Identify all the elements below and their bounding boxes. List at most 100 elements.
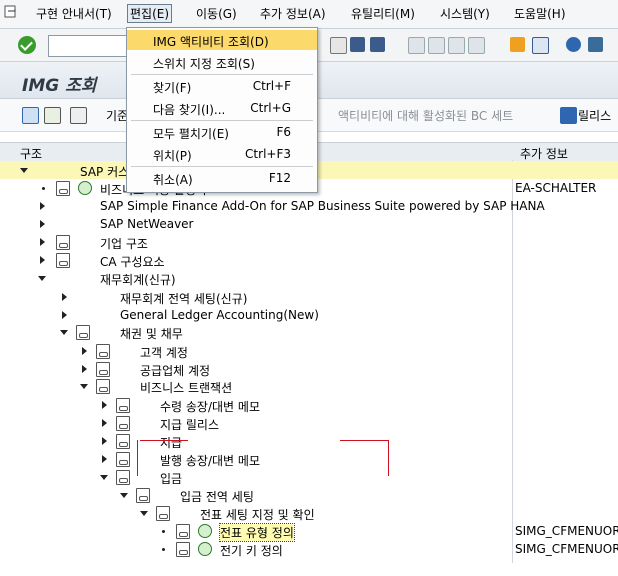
expand-arrow-icon[interactable]: [82, 347, 87, 355]
menu-item-expand-all[interactable]: 모두 펼치기(E) F6: [127, 122, 317, 142]
command-field[interactable]: [48, 35, 130, 57]
document-icon[interactable]: [116, 416, 130, 431]
collapse-arrow-icon[interactable]: [100, 475, 108, 480]
tree-node[interactable]: 전표 세팅 지정 및 확인: [0, 504, 618, 522]
tree-node[interactable]: 채권 및 채무: [0, 323, 618, 341]
expand-arrow-icon[interactable]: [102, 419, 107, 427]
window-menu-icon[interactable]: [4, 5, 18, 19]
tree-node-label[interactable]: 지급 릴리스: [160, 416, 219, 433]
expand-arrow-icon[interactable]: [62, 293, 67, 301]
tree-node-label[interactable]: SAP 커스: [80, 163, 129, 180]
collapse-arrow-icon[interactable]: [140, 511, 148, 516]
execute-activity-icon[interactable]: [78, 181, 92, 195]
enter-check-icon[interactable]: [18, 36, 36, 54]
tree-node[interactable]: 재무회계(신규): [0, 269, 618, 287]
tree-node[interactable]: 입금 전역 세팅: [0, 486, 618, 504]
next-page-icon[interactable]: [448, 37, 465, 54]
tree-node[interactable]: 지급 릴리스: [0, 414, 618, 432]
execute-activity-icon[interactable]: [198, 524, 212, 538]
document-icon[interactable]: [116, 452, 130, 467]
tree-node-label[interactable]: CA 구성요소: [100, 253, 165, 270]
menu-edit[interactable]: 편집(E): [127, 4, 173, 23]
print-icon[interactable]: [330, 37, 347, 54]
document-icon[interactable]: [156, 506, 170, 521]
document-icon[interactable]: [56, 181, 70, 196]
toolbar-fragment-label[interactable]: 기준: [106, 107, 128, 124]
tree-node-label[interactable]: 입금: [160, 470, 182, 487]
expand-arrow-icon[interactable]: [40, 220, 45, 228]
document-icon[interactable]: [56, 253, 70, 268]
tree-node-label[interactable]: 전표 유형 정의: [219, 523, 295, 542]
document-icon[interactable]: [116, 434, 130, 449]
collapse-arrow-icon[interactable]: [80, 384, 88, 389]
expand-arrow-icon[interactable]: [40, 238, 45, 246]
menu-item-find-next[interactable]: 다음 찾기(I)... Ctrl+G: [127, 98, 317, 118]
expand-arrow-icon[interactable]: [102, 455, 107, 463]
collapse-arrow-icon[interactable]: [120, 493, 128, 498]
tree-node[interactable]: 발행 송장/대변 메모: [0, 450, 618, 468]
find-next-icon[interactable]: [370, 37, 385, 52]
expand-arrow-icon[interactable]: [40, 202, 45, 210]
last-page-icon[interactable]: [468, 37, 485, 54]
document-icon[interactable]: [116, 398, 130, 413]
tree-node-label[interactable]: 채권 및 채무: [120, 325, 183, 342]
expand-arrow-icon[interactable]: [62, 311, 67, 319]
menu-item-display-img-activity[interactable]: IMG 액티비티 조회(D): [127, 30, 317, 50]
tree-node[interactable]: CA 구성요소: [0, 251, 618, 269]
column-structure[interactable]: 구조: [20, 145, 42, 162]
grid-icon[interactable]: [70, 107, 87, 124]
expand-arrow-icon[interactable]: [102, 401, 107, 409]
layout-menu-icon[interactable]: [588, 37, 603, 52]
help-icon[interactable]: [566, 37, 581, 52]
menu-system[interactable]: 시스템(Y): [440, 5, 490, 22]
document-icon[interactable]: [96, 362, 110, 377]
menu-extras[interactable]: 추가 정보(A): [260, 5, 326, 22]
menu-help[interactable]: 도움말(H): [514, 5, 566, 22]
tree-node[interactable]: [0, 558, 618, 576]
tree-node-label[interactable]: 재무회계 전역 세팅(신규): [120, 290, 247, 307]
tree-node[interactable]: 비즈니스 트랜잭션: [0, 377, 618, 395]
tree-node[interactable]: 입금: [0, 468, 618, 486]
create-session-icon[interactable]: [510, 37, 525, 52]
tree-node-label[interactable]: 재무회계(신규): [100, 271, 176, 288]
tree-node-label[interactable]: 발행 송장/대변 메모: [160, 452, 260, 469]
first-page-icon[interactable]: [408, 37, 425, 54]
menu-implementation-guide[interactable]: 구현 안내서(T): [36, 5, 112, 22]
release-button[interactable]: 릴리스: [578, 107, 611, 124]
document-icon[interactable]: [56, 235, 70, 250]
bc-sets-button[interactable]: 액티비티에 대해 활성화된 BC 세트: [338, 107, 513, 124]
tree-node[interactable]: 재무회계 전역 세팅(신규): [0, 288, 618, 306]
menu-item-position[interactable]: 위치(P) Ctrl+F3: [127, 144, 317, 164]
document-icon[interactable]: [176, 542, 190, 557]
tree-node[interactable]: 기업 구조: [0, 233, 618, 251]
execute-activity-icon[interactable]: [198, 542, 212, 556]
menu-utilities[interactable]: 유틸리티(M): [351, 5, 415, 22]
expand-arrow-icon[interactable]: [102, 437, 107, 445]
document-icon[interactable]: [76, 325, 90, 340]
expand-arrow-icon[interactable]: [82, 365, 87, 373]
tree-node[interactable]: 전표 유형 정의 SIMG_CFMENUORF: [0, 522, 618, 542]
info-icon[interactable]: [560, 107, 577, 124]
tree-node-label[interactable]: 전표 세팅 지정 및 확인: [200, 506, 315, 523]
filter-icon[interactable]: [22, 107, 39, 124]
collapse-arrow-icon[interactable]: [20, 168, 28, 173]
tree-node-label[interactable]: 고객 계정: [140, 344, 188, 361]
tree-node-label[interactable]: 기업 구조: [100, 235, 148, 252]
tree-node[interactable]: 지급: [0, 432, 618, 450]
menu-item-display-switch[interactable]: 스위치 지정 조회(S): [127, 52, 317, 72]
tree-node-label[interactable]: General Ledger Accounting(New): [120, 308, 319, 322]
document-icon[interactable]: [96, 344, 110, 359]
find-icon[interactable]: [350, 37, 365, 52]
expand-arrow-icon[interactable]: [40, 256, 45, 264]
tree-node[interactable]: SAP NetWeaver: [0, 215, 618, 233]
document-icon[interactable]: [116, 470, 130, 485]
tree-node-label[interactable]: 수령 송장/대변 메모: [160, 398, 260, 415]
tree-node-label[interactable]: 입금 전역 세팅: [180, 488, 254, 505]
tree-node[interactable]: 공급업체 계정: [0, 360, 618, 378]
tree-node[interactable]: 전기 키 정의 SIMG_CFMENUORF: [0, 540, 618, 558]
menu-item-find[interactable]: 찾기(F) Ctrl+F: [127, 76, 317, 96]
document-icon[interactable]: [96, 379, 110, 394]
shortcut-icon[interactable]: [532, 37, 549, 54]
export-icon[interactable]: [44, 107, 61, 124]
collapse-arrow-icon[interactable]: [38, 276, 46, 281]
